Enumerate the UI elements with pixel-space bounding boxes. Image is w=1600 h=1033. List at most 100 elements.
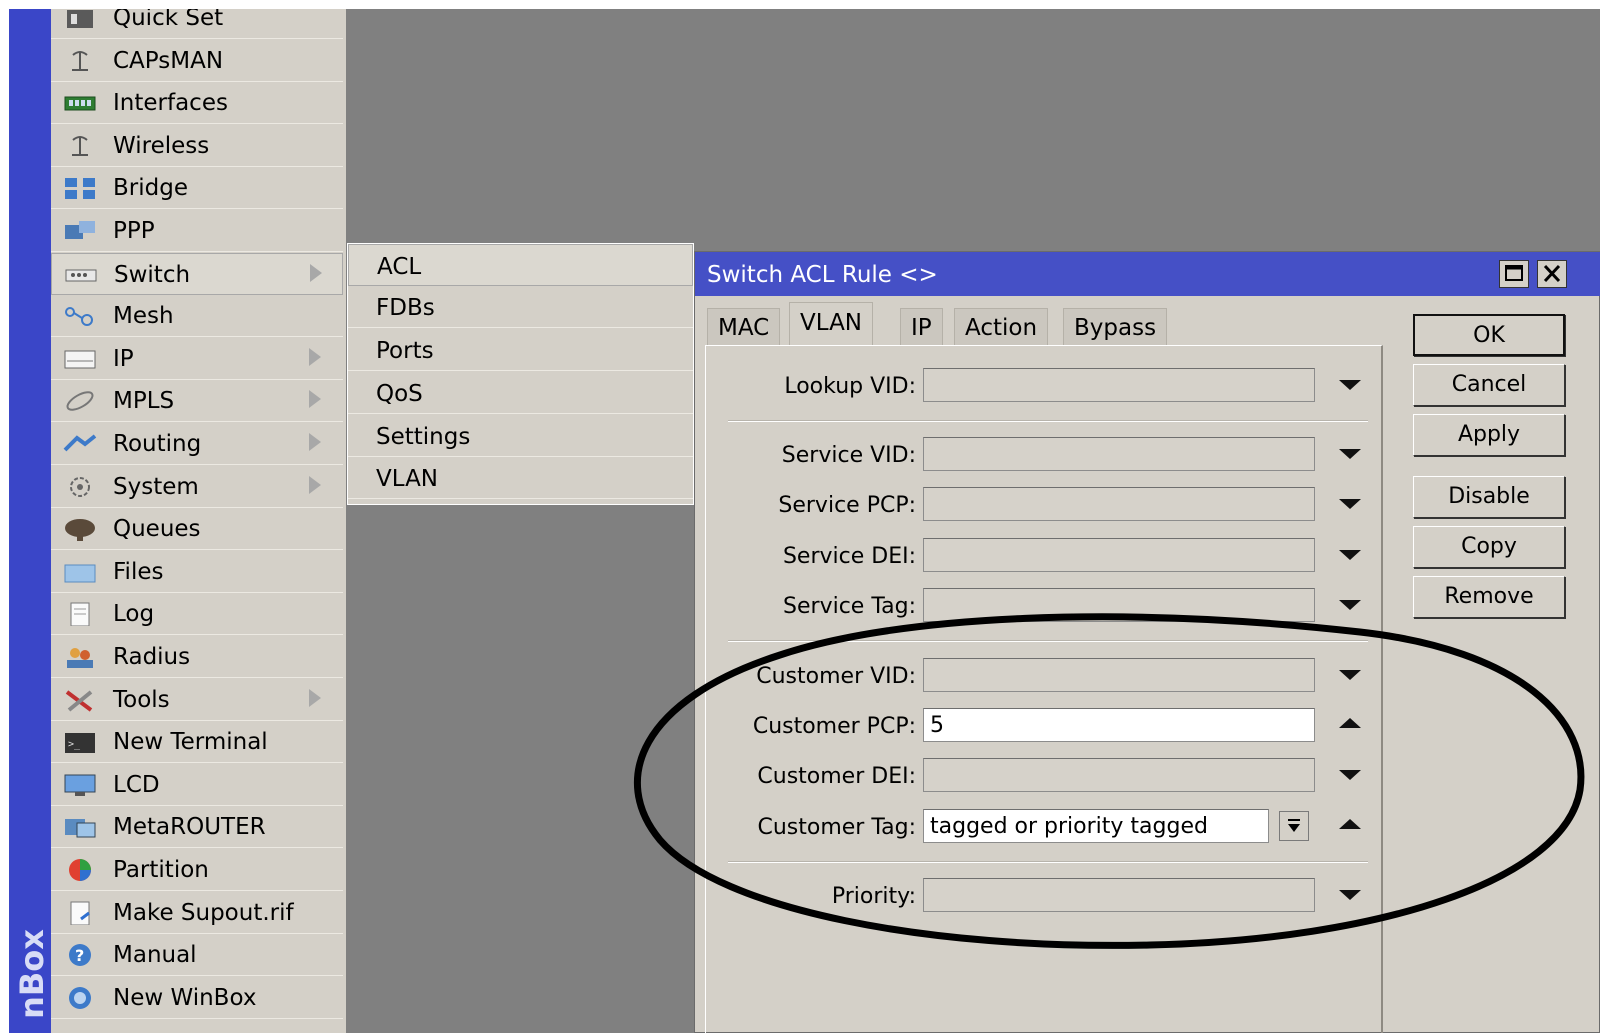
menu-item-tools[interactable]: Tools (51, 679, 343, 721)
submenu-item-fdbs[interactable]: FDBs (348, 286, 693, 328)
submenu-item-label: VLAN (376, 466, 439, 492)
close-button[interactable] (1537, 260, 1567, 288)
expand-down-icon[interactable] (1339, 380, 1361, 390)
menu-item-log[interactable]: Log (51, 593, 343, 636)
priority-field[interactable] (923, 878, 1315, 912)
menu-item-ip[interactable]: IP (51, 338, 343, 380)
menu-item-label: Files (113, 558, 164, 585)
priority-row: Priority: (706, 876, 1386, 916)
manual-icon: ? (69, 944, 91, 967)
service-tag-field[interactable] (923, 588, 1315, 622)
menu-item-files[interactable]: Files (51, 551, 343, 593)
copy-button[interactable]: Copy (1413, 526, 1565, 568)
expand-down-icon[interactable] (1339, 499, 1361, 509)
menu-item-label: Radius (113, 644, 191, 670)
collapse-up-icon[interactable] (1339, 718, 1361, 728)
menu-item-manual[interactable]: ? Manual (51, 934, 343, 977)
service-pcp-field[interactable] (923, 487, 1315, 521)
menu-item-new-winbox[interactable]: New WinBox (51, 977, 343, 1019)
menu-item-lcd[interactable]: LCD (51, 764, 343, 806)
submenu-item-vlan[interactable]: VLAN (348, 457, 693, 499)
files-icon (64, 564, 96, 583)
tab-vlan[interactable]: VLAN (789, 302, 874, 346)
dropdown-button[interactable] (1279, 811, 1309, 841)
expand-down-icon[interactable] (1339, 449, 1361, 459)
menu-item-label: MPLS (113, 388, 175, 415)
menu-item-label: New Terminal (113, 729, 268, 756)
lookup-vid-field[interactable] (923, 368, 1315, 402)
collapse-up-icon[interactable] (1339, 819, 1361, 829)
tab-bypass[interactable]: Bypass (1063, 308, 1168, 346)
menu-item-partition[interactable]: Partition (51, 849, 343, 891)
customer-vid-row: Customer VID: (706, 656, 1386, 696)
menu-item-make-supout-rif[interactable]: Make Supout.rif (51, 892, 343, 934)
lookup-vid-label: Lookup VID: (784, 374, 916, 399)
dropdown-arrow-icon (1288, 819, 1300, 832)
ok-button[interactable]: OK (1413, 314, 1565, 356)
menu-item-interfaces[interactable]: Interfaces (51, 82, 343, 125)
maximize-button[interactable] (1499, 260, 1529, 288)
apply-button[interactable]: Apply (1413, 414, 1565, 456)
radius-icon (67, 648, 93, 668)
expand-down-icon[interactable] (1339, 600, 1361, 610)
menu-item-quick-set[interactable]: Quick Set (51, 9, 343, 39)
expand-down-icon[interactable] (1339, 890, 1361, 900)
remove-button[interactable]: Remove (1413, 576, 1565, 618)
service-dei-field[interactable] (923, 538, 1315, 572)
service-vid-field[interactable] (923, 437, 1315, 471)
menu-item-mesh[interactable]: Mesh (51, 295, 343, 338)
partition-icon (69, 859, 91, 881)
winbox-icon (69, 986, 91, 1009)
menu-item-radius[interactable]: Radius (51, 636, 343, 678)
menu-item-new-terminal[interactable]: >_ New Terminal (51, 721, 343, 764)
brand-text: nBox (12, 929, 51, 1019)
menu-item-capsman[interactable]: CAPsMAN (51, 40, 343, 82)
main-menu: Quick Set CAPsMAN Interfaces Wireless Bridge… (51, 9, 346, 1033)
submenu-arrow-icon (309, 390, 321, 409)
disable-button[interactable]: Disable (1413, 476, 1565, 518)
menu-item-label: Bridge (113, 175, 188, 202)
menu-item-queues[interactable]: Queues (51, 508, 343, 551)
submenu-arrow-icon (309, 475, 321, 494)
menu-item-bridge[interactable]: Bridge (51, 167, 343, 210)
menu-item-wireless[interactable]: Wireless (51, 125, 343, 167)
customer-vid-label: Customer VID: (756, 664, 916, 689)
customer-dei-field[interactable] (923, 758, 1315, 792)
cancel-button[interactable]: Cancel (1413, 364, 1565, 406)
expand-down-icon[interactable] (1339, 670, 1361, 680)
service-tag-label: Service Tag: (783, 594, 916, 619)
expand-down-icon[interactable] (1339, 550, 1361, 560)
customer-tag-select[interactable]: tagged or priority tagged (923, 809, 1269, 843)
queues-icon (65, 519, 95, 542)
expand-down-icon[interactable] (1339, 770, 1361, 780)
submenu-item-acl[interactable]: ACL (348, 244, 693, 286)
dialog-titlebar[interactable]: Switch ACL Rule <> (695, 252, 1600, 296)
tools-icon (65, 689, 93, 712)
submenu-item-settings[interactable]: Settings (348, 415, 693, 457)
menu-item-label: CAPsMAN (113, 47, 224, 74)
submenu-item-qos[interactable]: QoS (348, 372, 693, 414)
customer-vid-field[interactable] (923, 658, 1315, 692)
submenu-item-label: QoS (376, 381, 423, 407)
tab-action[interactable]: Action (954, 308, 1049, 346)
menu-item-label: Tools (113, 686, 170, 713)
service-dei-row: Service DEI: (706, 536, 1386, 576)
customer-dei-label: Customer DEI: (757, 764, 916, 789)
menu-item-system[interactable]: System (51, 466, 343, 508)
customer-pcp-field[interactable]: 5 (923, 708, 1315, 742)
menu-item-label: Queues (113, 516, 201, 543)
close-icon (1543, 264, 1561, 283)
menu-item-switch[interactable]: Switch (51, 252, 343, 295)
menu-item-label: System (113, 473, 199, 500)
tab-ip[interactable]: IP (900, 308, 943, 346)
wireless-icon (72, 135, 88, 156)
menu-item-ppp[interactable]: PPP (51, 210, 343, 252)
menu-item-mpls[interactable]: MPLS (51, 380, 343, 423)
menu-item-label: Partition (113, 857, 209, 883)
menu-item-metarouter[interactable]: MetaROUTER (51, 806, 343, 849)
tab-mac[interactable]: MAC (707, 308, 781, 346)
menu-item-routing[interactable]: Routing (51, 423, 343, 465)
menu-item-label: Make Supout.rif (113, 899, 294, 926)
customer-pcp-row: Customer PCP: 5 (706, 706, 1386, 746)
submenu-item-ports[interactable]: Ports (348, 329, 693, 371)
